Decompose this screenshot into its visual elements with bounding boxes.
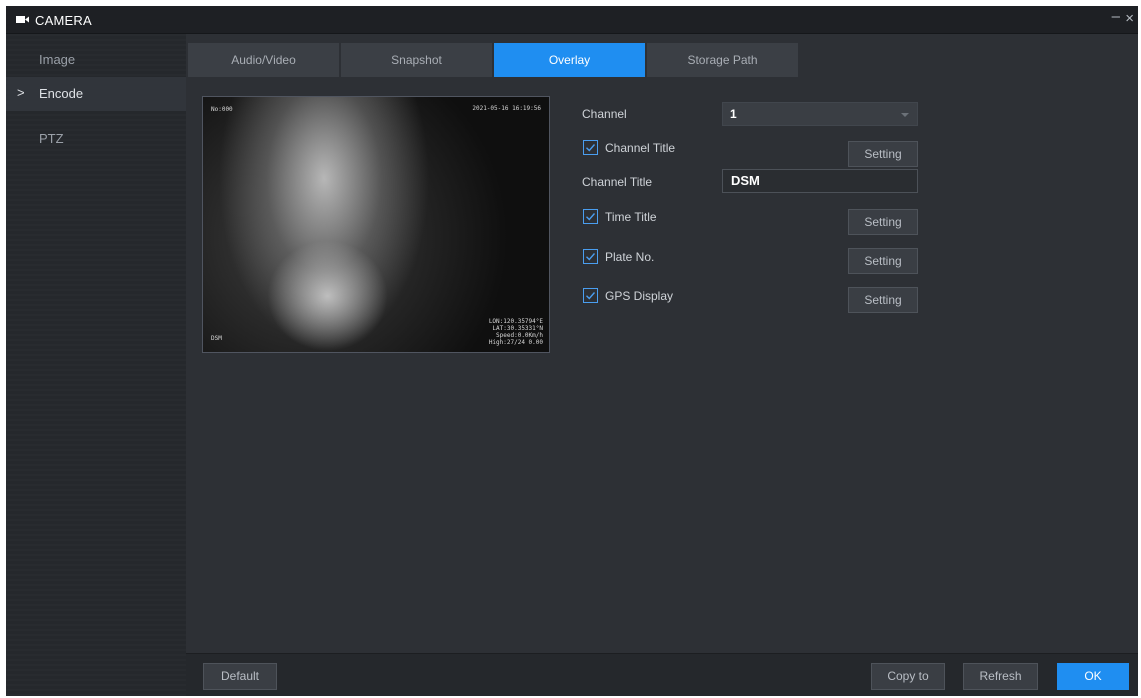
gps-display-label: GPS Display bbox=[605, 289, 674, 303]
sidebar-item-label: Image bbox=[39, 52, 76, 67]
tab-snapshot[interactable]: Snapshot bbox=[341, 43, 492, 77]
osd-gps-info[interactable]: LON:120.35794°E LAT:30.35331°N Speed:0.0… bbox=[489, 318, 543, 346]
plate-no-option[interactable]: Plate No. bbox=[583, 249, 703, 267]
sidebar-item-label: Encode bbox=[39, 86, 84, 101]
sidebar-item-image[interactable]: Image bbox=[6, 43, 186, 77]
sidebar-item-ptz[interactable]: PTZ bbox=[6, 122, 186, 156]
tab-overlay[interactable]: Overlay bbox=[494, 43, 645, 77]
main-content: Audio/Video Snapshot Overlay Storage Pat… bbox=[186, 34, 1138, 653]
channel-select-value: 1 bbox=[730, 107, 737, 121]
tab-audio-video[interactable]: Audio/Video bbox=[188, 43, 339, 77]
camera-window: CAMERA – × Image > Encode PTZ Audio/Vide… bbox=[6, 6, 1138, 696]
refresh-button[interactable]: Refresh bbox=[963, 663, 1038, 690]
osd-time-title[interactable]: 2021-05-16 16:19:56 bbox=[472, 105, 541, 112]
channel-title-setting-button[interactable]: Setting bbox=[848, 141, 918, 167]
osd-channel-title[interactable]: DSM bbox=[211, 335, 222, 342]
gps-display-setting-button[interactable]: Setting bbox=[848, 287, 918, 313]
copy-to-button[interactable]: Copy to bbox=[871, 663, 945, 690]
channel-title-option[interactable]: Channel Title bbox=[583, 140, 703, 158]
channel-title-check-label: Channel Title bbox=[605, 141, 676, 155]
plate-no-setting-button[interactable]: Setting bbox=[848, 248, 918, 274]
time-title-checkbox[interactable] bbox=[583, 209, 598, 224]
ok-button[interactable]: OK bbox=[1057, 663, 1129, 690]
time-title-setting-button[interactable]: Setting bbox=[848, 209, 918, 235]
plate-no-label: Plate No. bbox=[605, 250, 655, 264]
checkmark-icon bbox=[586, 292, 596, 300]
channel-select[interactable]: 1 bbox=[722, 102, 918, 126]
gps-display-option[interactable]: GPS Display bbox=[583, 288, 703, 306]
gps-display-checkbox[interactable] bbox=[583, 288, 598, 303]
minimize-button[interactable]: – bbox=[1112, 8, 1120, 25]
bottom-toolbar: Default Copy to Refresh OK bbox=[186, 653, 1138, 696]
channel-title-input[interactable]: DSM bbox=[722, 169, 918, 193]
time-title-option[interactable]: Time Title bbox=[583, 209, 703, 227]
sidebar-item-encode[interactable]: > Encode bbox=[6, 77, 186, 111]
title-bar: CAMERA – × bbox=[6, 6, 1138, 34]
tab-storage-path[interactable]: Storage Path bbox=[647, 43, 798, 77]
plate-no-checkbox[interactable] bbox=[583, 249, 598, 264]
camera-icon bbox=[16, 16, 29, 23]
time-title-label: Time Title bbox=[605, 210, 657, 224]
sidebar-item-label: PTZ bbox=[39, 131, 64, 146]
checkmark-icon bbox=[586, 253, 596, 261]
channel-label: Channel bbox=[582, 107, 627, 121]
video-preview: No:000 2021-05-16 16:19:56 DSM LON:120.3… bbox=[202, 96, 550, 353]
channel-title-checkbox[interactable] bbox=[583, 140, 598, 155]
preview-image bbox=[203, 97, 549, 352]
chevron-down-icon bbox=[901, 113, 909, 117]
channel-title-field-label: Channel Title bbox=[582, 175, 653, 189]
sidebar: Image > Encode PTZ bbox=[6, 34, 186, 696]
close-button[interactable]: × bbox=[1125, 10, 1134, 27]
osd-channel-number[interactable]: No:000 bbox=[211, 106, 233, 113]
checkmark-icon bbox=[586, 213, 596, 221]
default-button[interactable]: Default bbox=[203, 663, 277, 690]
window-title: CAMERA bbox=[35, 13, 92, 28]
checkmark-icon bbox=[586, 144, 596, 152]
chevron-right-icon: > bbox=[17, 85, 25, 100]
